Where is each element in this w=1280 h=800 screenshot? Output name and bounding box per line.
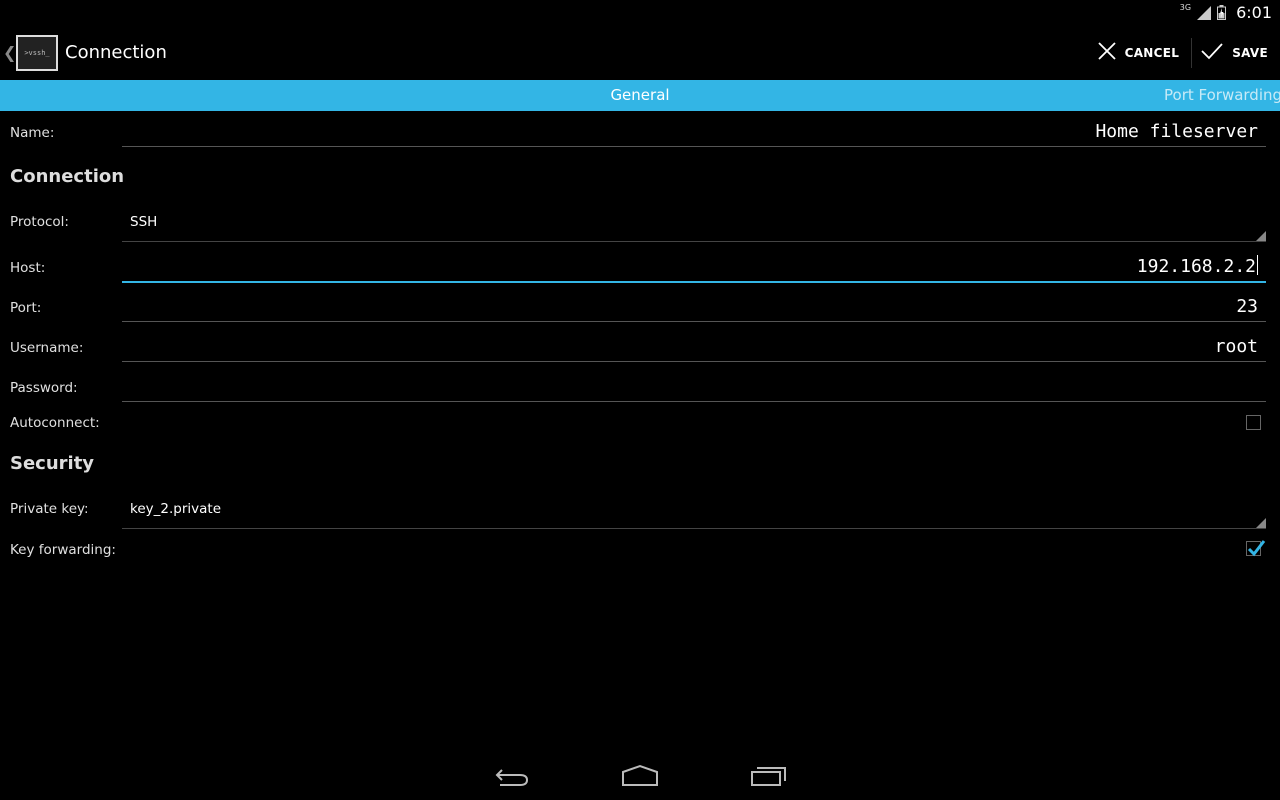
autoconnect-checkbox[interactable] <box>1246 415 1261 430</box>
name-input[interactable]: Home fileserver <box>122 111 1266 147</box>
host-input[interactable]: 192.168.2.2 <box>122 247 1266 283</box>
private-key-label: Private key: <box>10 501 89 517</box>
action-bar: ❮ >vssh_ Connection CANCEL SAVE <box>0 26 1280 79</box>
checkmark-icon <box>1247 540 1266 557</box>
recents-icon[interactable] <box>750 764 788 792</box>
dropdown-corner-icon <box>1256 231 1266 241</box>
battery-icon <box>1217 5 1227 20</box>
autoconnect-label: Autoconnect: <box>10 415 100 431</box>
save-label: SAVE <box>1232 45 1268 60</box>
action-buttons: CANCEL SAVE <box>1089 26 1280 79</box>
host-value: 192.168.2.2 <box>1137 255 1258 277</box>
section-connection: Connection <box>10 166 125 187</box>
cancel-button[interactable]: CANCEL <box>1089 26 1192 79</box>
key-forwarding-label: Key forwarding: <box>10 542 116 558</box>
password-input[interactable] <box>122 366 1266 402</box>
key-forwarding-checkbox[interactable] <box>1246 540 1266 557</box>
navigation-bar <box>0 752 1280 800</box>
password-label: Password: <box>10 380 78 396</box>
username-value: root <box>1214 336 1258 357</box>
protocol-label: Protocol: <box>10 214 69 230</box>
host-label: Host: <box>10 260 46 276</box>
host-value-text: 192.168.2.2 <box>1136 256 1256 277</box>
port-input[interactable]: 23 <box>122 286 1266 322</box>
private-key-value: key_2.private <box>130 501 221 517</box>
protocol-value: SSH <box>130 214 158 230</box>
protocol-select[interactable]: SSH <box>122 200 1266 242</box>
name-value: Home fileserver <box>1095 121 1258 142</box>
page-title: Connection <box>65 42 167 63</box>
private-key-select[interactable]: key_2.private <box>122 487 1266 529</box>
username-input[interactable]: root <box>122 326 1266 362</box>
port-value: 23 <box>1236 296 1258 317</box>
username-label: Username: <box>10 340 84 356</box>
home-icon[interactable] <box>620 764 660 792</box>
network-type: 3G <box>1179 3 1192 12</box>
save-button[interactable]: SAVE <box>1192 26 1280 79</box>
app-logo-text: >vssh_ <box>24 48 50 57</box>
clock: 6:01 <box>1236 3 1272 22</box>
section-security: Security <box>10 453 95 474</box>
up-caret-icon[interactable]: ❮ <box>3 43 16 62</box>
back-icon[interactable] <box>494 764 530 792</box>
close-icon <box>1097 41 1117 64</box>
port-label: Port: <box>10 300 42 316</box>
signal-icon <box>1197 5 1212 20</box>
dropdown-corner-icon <box>1256 518 1266 528</box>
tab-port-forwarding[interactable]: Port Forwarding <box>1164 80 1280 111</box>
checkmark-icon <box>1200 41 1224 64</box>
tab-strip: General Port Forwarding <box>0 80 1280 111</box>
text-cursor <box>1257 255 1258 275</box>
cancel-label: CANCEL <box>1124 45 1180 60</box>
tab-general[interactable]: General <box>0 80 1280 111</box>
status-bar: 3G 6:01 <box>0 0 1280 25</box>
name-label: Name: <box>10 125 55 141</box>
app-logo[interactable]: >vssh_ <box>16 34 58 71</box>
